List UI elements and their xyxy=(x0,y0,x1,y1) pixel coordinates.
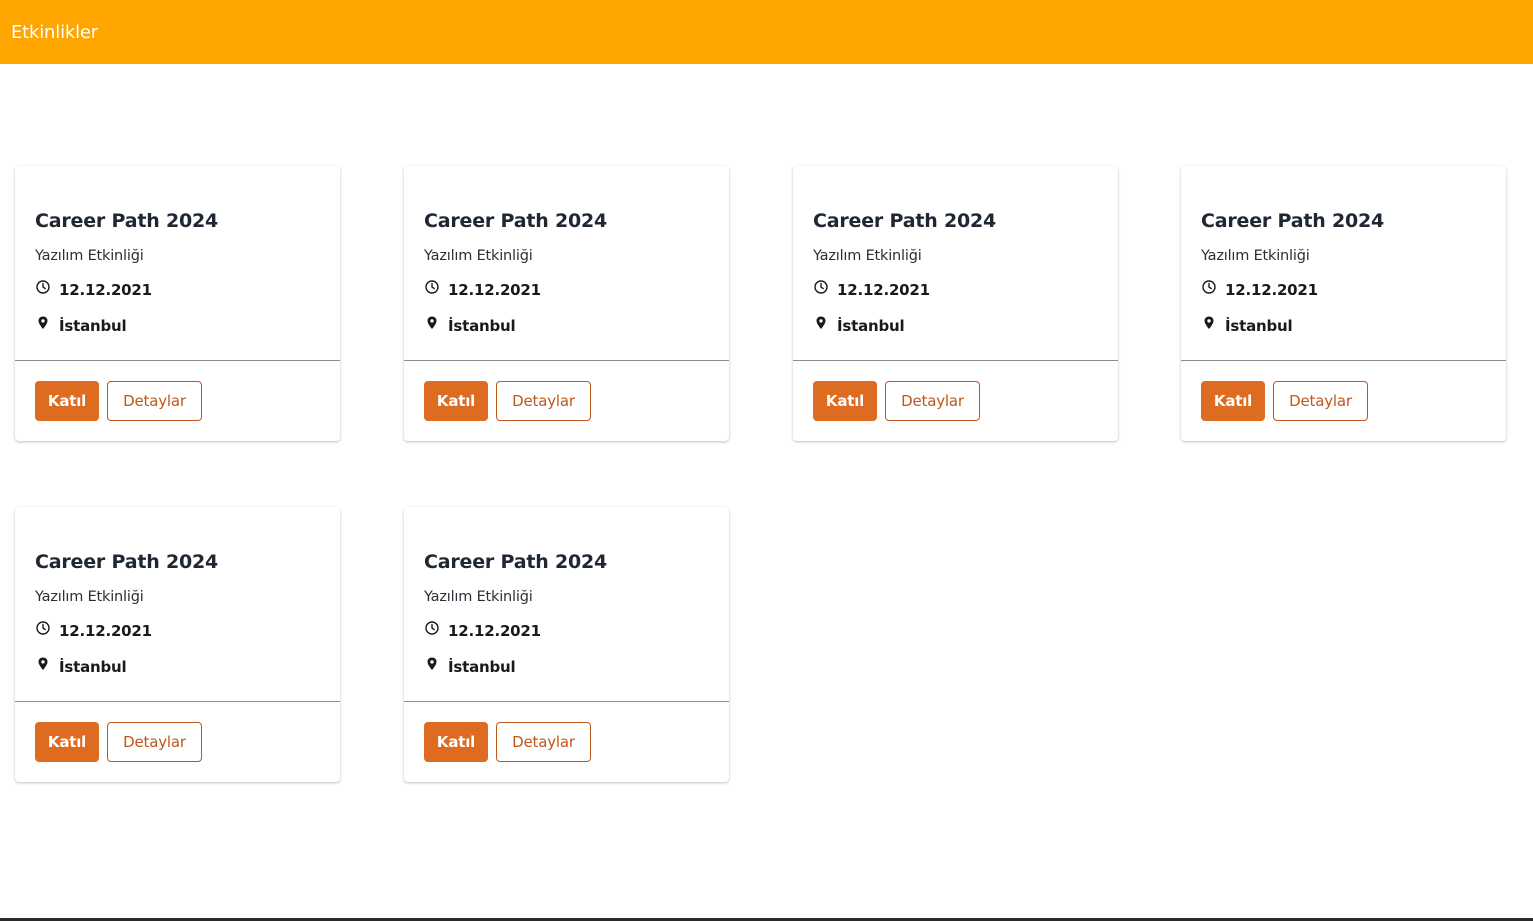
event-subtitle: Yazılım Etkinliği xyxy=(813,248,922,264)
event-subtitle: Yazılım Etkinliği xyxy=(35,589,144,605)
clock-icon xyxy=(814,280,828,294)
event-subtitle: Yazılım Etkinliği xyxy=(1201,248,1310,264)
event-card: Career Path 2024 Yazılım Etkinliği 12.12… xyxy=(15,507,340,782)
event-card: Career Path 2024 Yazılım Etkinliği 12.12… xyxy=(1181,166,1506,441)
clock-icon xyxy=(1202,280,1216,294)
event-location: İstanbul xyxy=(59,317,127,335)
clock-icon xyxy=(425,280,439,294)
map-pin-icon xyxy=(427,316,437,329)
event-location: İstanbul xyxy=(448,658,516,676)
card-divider xyxy=(1181,360,1506,361)
card-divider xyxy=(793,360,1118,361)
join-button[interactable]: Katıl xyxy=(35,381,99,421)
details-button[interactable]: Detaylar xyxy=(107,722,202,762)
event-subtitle: Yazılım Etkinliği xyxy=(424,248,533,264)
event-title: Career Path 2024 xyxy=(813,210,997,232)
card-divider xyxy=(15,360,340,361)
event-location: İstanbul xyxy=(448,317,516,335)
event-date-row: 12.12.2021 xyxy=(1201,280,1318,299)
event-location-row: İstanbul xyxy=(424,316,516,335)
event-title: Career Path 2024 xyxy=(35,551,219,573)
event-title: Career Path 2024 xyxy=(1201,210,1385,232)
map-pin-icon xyxy=(1204,316,1214,329)
details-button[interactable]: Detaylar xyxy=(496,381,591,421)
event-grid: Career Path 2024 Yazılım Etkinliği 12.12… xyxy=(0,0,1533,921)
event-location-row: İstanbul xyxy=(35,316,127,335)
event-title: Career Path 2024 xyxy=(424,551,608,573)
event-date: 12.12.2021 xyxy=(837,281,930,299)
card-divider xyxy=(404,701,729,702)
card-divider xyxy=(15,701,340,702)
event-card: Career Path 2024 Yazılım Etkinliği 12.12… xyxy=(793,166,1118,441)
join-button[interactable]: Katıl xyxy=(813,381,877,421)
map-pin-icon xyxy=(816,316,826,329)
event-date: 12.12.2021 xyxy=(59,622,152,640)
details-button[interactable]: Detaylar xyxy=(885,381,980,421)
map-pin-icon xyxy=(38,657,48,670)
details-button[interactable]: Detaylar xyxy=(107,381,202,421)
event-date-row: 12.12.2021 xyxy=(813,280,930,299)
join-button[interactable]: Katıl xyxy=(35,722,99,762)
event-location: İstanbul xyxy=(1225,317,1293,335)
event-location-row: İstanbul xyxy=(35,657,127,676)
event-date: 12.12.2021 xyxy=(448,281,541,299)
event-date-row: 12.12.2021 xyxy=(424,621,541,640)
clock-icon xyxy=(36,621,50,635)
event-subtitle: Yazılım Etkinliği xyxy=(424,589,533,605)
join-button[interactable]: Katıl xyxy=(424,381,488,421)
event-location-row: İstanbul xyxy=(813,316,905,335)
event-location: İstanbul xyxy=(59,658,127,676)
event-card: Career Path 2024 Yazılım Etkinliği 12.12… xyxy=(15,166,340,441)
event-date: 12.12.2021 xyxy=(1225,281,1318,299)
event-location: İstanbul xyxy=(837,317,905,335)
card-divider xyxy=(404,360,729,361)
event-title: Career Path 2024 xyxy=(424,210,608,232)
join-button[interactable]: Katıl xyxy=(424,722,488,762)
event-date-row: 12.12.2021 xyxy=(35,621,152,640)
event-date-row: 12.12.2021 xyxy=(424,280,541,299)
event-location-row: İstanbul xyxy=(424,657,516,676)
event-date-row: 12.12.2021 xyxy=(35,280,152,299)
clock-icon xyxy=(36,280,50,294)
event-card: Career Path 2024 Yazılım Etkinliği 12.12… xyxy=(404,166,729,441)
event-card: Career Path 2024 Yazılım Etkinliği 12.12… xyxy=(404,507,729,782)
clock-icon xyxy=(425,621,439,635)
details-button[interactable]: Detaylar xyxy=(496,722,591,762)
event-subtitle: Yazılım Etkinliği xyxy=(35,248,144,264)
event-title: Career Path 2024 xyxy=(35,210,219,232)
map-pin-icon xyxy=(427,657,437,670)
event-date: 12.12.2021 xyxy=(59,281,152,299)
details-button[interactable]: Detaylar xyxy=(1273,381,1368,421)
join-button[interactable]: Katıl xyxy=(1201,381,1265,421)
event-date: 12.12.2021 xyxy=(448,622,541,640)
event-location-row: İstanbul xyxy=(1201,316,1293,335)
map-pin-icon xyxy=(38,316,48,329)
